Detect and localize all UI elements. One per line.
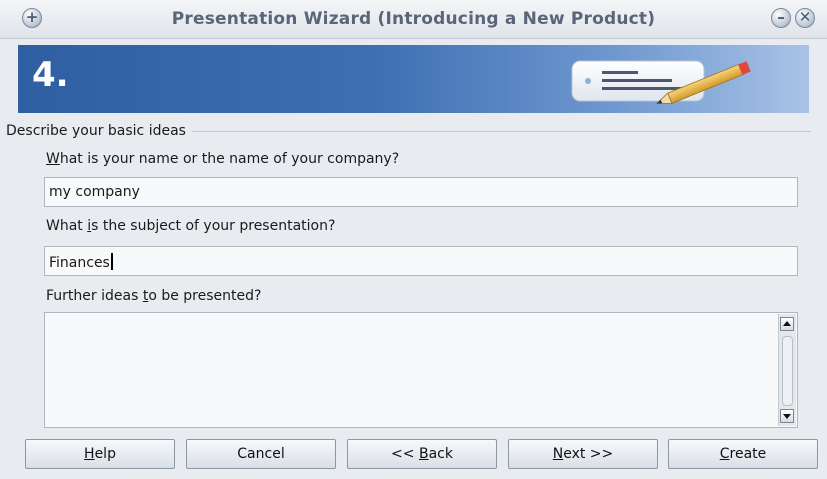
ideas-field-label: Further ideas to be presented?	[46, 288, 262, 304]
notepad-pencil-icon	[571, 60, 751, 104]
name-input[interactable]: my company	[44, 177, 798, 207]
cancel-button[interactable]: Cancel	[186, 439, 336, 469]
help-button[interactable]: Help	[25, 439, 175, 469]
scroll-up-arrow-icon[interactable]	[780, 317, 794, 331]
ideas-textarea[interactable]	[44, 312, 798, 428]
ideas-scrollbar[interactable]	[778, 314, 796, 426]
create-button[interactable]: Create	[668, 439, 818, 469]
subject-field-label: What is the subject of your presentation…	[46, 218, 336, 234]
group-label: Describe your basic ideas	[6, 123, 192, 139]
back-button[interactable]: << Back	[347, 439, 497, 469]
window-title: Presentation Wizard (Introducing a New P…	[171, 9, 656, 29]
scroll-down-arrow-icon[interactable]	[780, 409, 794, 423]
name-field-label: What is your name or the name of your co…	[46, 151, 400, 167]
scrollbar-track[interactable]	[782, 336, 793, 406]
title-bar: + Presentation Wizard (Introducing a New…	[0, 0, 827, 39]
text-caret	[110, 253, 113, 270]
subject-input[interactable]: Finances	[44, 246, 798, 276]
minimize-button[interactable]: –	[771, 8, 791, 28]
next-button[interactable]: Next >>	[508, 439, 658, 469]
wizard-banner: 4.	[18, 45, 809, 113]
step-number: 4.	[32, 55, 69, 95]
close-button[interactable]: ✕	[795, 8, 815, 28]
